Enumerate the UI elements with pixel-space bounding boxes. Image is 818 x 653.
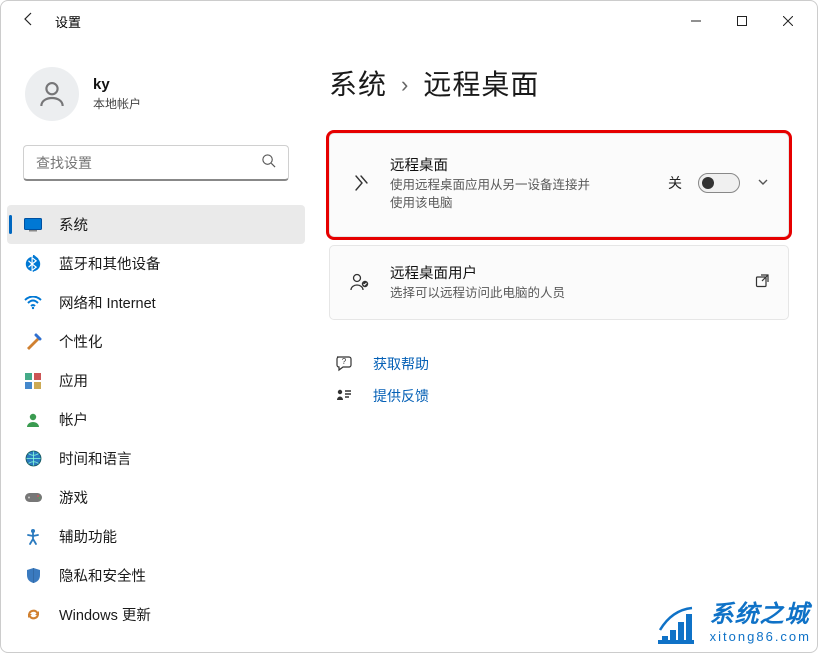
remote-desktop-toggle[interactable] [698, 173, 740, 193]
user-account-type: 本地帐户 [93, 95, 141, 112]
sidebar-item-personalization[interactable]: 个性化 [7, 322, 305, 361]
wifi-icon [23, 293, 43, 313]
shield-icon [23, 566, 43, 586]
page-title: 远程桌面 [423, 63, 539, 103]
sidebar-item-label: Windows 更新 [59, 604, 151, 625]
sidebar-item-label: 辅助功能 [59, 526, 117, 547]
feedback-icon [333, 388, 355, 404]
remote-users-card[interactable]: 远程桌面用户 选择可以远程访问此电脑的人员 [329, 245, 789, 320]
person-icon [23, 410, 43, 430]
feedback-link[interactable]: 提供反馈 [329, 380, 789, 412]
toggle-label: 关 [668, 173, 682, 193]
help-icon: ? [333, 355, 355, 372]
link-label: 提供反馈 [373, 386, 429, 406]
brush-icon [23, 332, 43, 352]
card-title: 远程桌面 [390, 154, 650, 175]
watermark-logo-icon [652, 600, 700, 646]
content-area: 系统 › 远程桌面 远程桌面 使用远程桌面应用从另一设备连接并使用该电脑 关 [311, 41, 817, 652]
remote-desktop-card[interactable]: 远程桌面 使用远程桌面应用从另一设备连接并使用该电脑 关 [329, 133, 789, 237]
breadcrumb: 系统 › 远程桌面 [329, 63, 789, 103]
sidebar-item-label: 蓝牙和其他设备 [59, 253, 161, 274]
minimize-button[interactable] [673, 5, 719, 37]
sidebar-item-label: 系统 [59, 214, 88, 235]
sidebar-item-update[interactable]: Windows 更新 [7, 595, 305, 634]
watermark-brand: 系统之城 [710, 603, 811, 627]
sidebar-item-accounts[interactable]: 帐户 [7, 400, 305, 439]
user-profile[interactable]: ky 本地帐户 [1, 53, 311, 139]
sidebar-item-time-language[interactable]: 时间和语言 [7, 439, 305, 478]
search-input[interactable] [24, 155, 249, 171]
sidebar-item-label: 应用 [59, 370, 88, 391]
apps-icon [23, 371, 43, 391]
search-box[interactable] [23, 145, 289, 181]
game-icon [23, 488, 43, 508]
window-title: 设置 [55, 12, 81, 31]
svg-text:?: ? [342, 357, 347, 366]
accessibility-icon [23, 527, 43, 547]
link-label: 获取帮助 [373, 354, 429, 374]
globe-icon [23, 449, 43, 469]
remote-desktop-icon [348, 173, 372, 193]
sidebar-item-label: 时间和语言 [59, 448, 132, 469]
sidebar-item-bluetooth[interactable]: 蓝牙和其他设备 [7, 244, 305, 283]
back-button[interactable] [21, 11, 37, 32]
users-icon [348, 272, 372, 292]
sidebar-item-gaming[interactable]: 游戏 [7, 478, 305, 517]
nav-list: 系统 蓝牙和其他设备 网络和 Internet 个性化 应用 帐户 [1, 205, 311, 634]
get-help-link[interactable]: ? 获取帮助 [329, 348, 789, 380]
sidebar: ky 本地帐户 系统 蓝牙和其他设备 网络和 In [1, 41, 311, 652]
sidebar-item-label: 个性化 [59, 331, 103, 352]
card-title: 远程桌面用户 [390, 262, 737, 283]
chevron-right-icon: › [401, 72, 409, 98]
sidebar-item-privacy[interactable]: 隐私和安全性 [7, 556, 305, 595]
sidebar-item-label: 网络和 Internet [59, 292, 156, 313]
update-icon [23, 605, 43, 625]
system-icon [23, 215, 43, 235]
sidebar-item-label: 隐私和安全性 [59, 565, 146, 586]
avatar [25, 67, 79, 121]
sidebar-item-network[interactable]: 网络和 Internet [7, 283, 305, 322]
sidebar-item-accessibility[interactable]: 辅助功能 [7, 517, 305, 556]
watermark-url: xitong86.com [710, 629, 811, 644]
title-bar: 设置 [1, 1, 817, 41]
card-subtitle: 使用远程桌面应用从另一设备连接并使用该电脑 [390, 177, 590, 212]
search-icon [249, 153, 288, 173]
chevron-down-icon[interactable] [756, 175, 770, 192]
breadcrumb-parent[interactable]: 系统 [329, 63, 387, 103]
external-link-icon [755, 273, 770, 291]
sidebar-item-label: 游戏 [59, 487, 88, 508]
bluetooth-icon [23, 254, 43, 274]
close-button[interactable] [765, 5, 811, 37]
watermark: 系统之城 xitong86.com [652, 600, 811, 646]
sidebar-item-apps[interactable]: 应用 [7, 361, 305, 400]
sidebar-item-system[interactable]: 系统 [7, 205, 305, 244]
maximize-button[interactable] [719, 5, 765, 37]
card-subtitle: 选择可以远程访问此电脑的人员 [390, 285, 737, 303]
sidebar-item-label: 帐户 [59, 409, 88, 430]
user-name: ky [93, 76, 141, 93]
